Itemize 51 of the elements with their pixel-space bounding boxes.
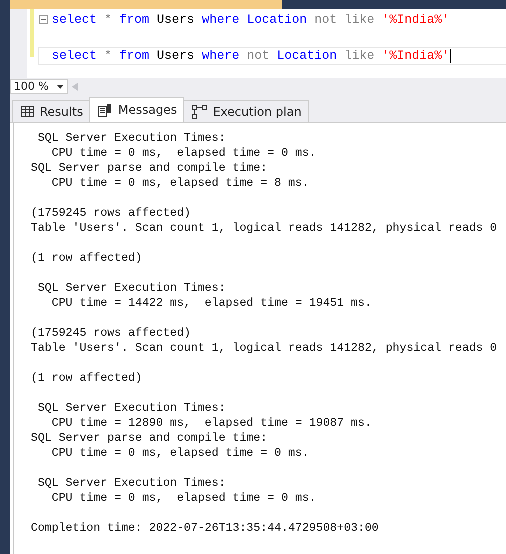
message-line: Table 'Users'. Scan count 1, logical reads 141282, physical reads 0 — [31, 221, 498, 236]
message-line: SQL Server parse and compile time: — [31, 161, 269, 176]
code-token: like — [344, 49, 375, 63]
code-token: not — [247, 49, 270, 63]
message-line: (1 row affected) — [31, 251, 144, 266]
code-token: Location — [247, 13, 308, 27]
message-line: Table 'Users'. Scan count 1, logical reads 141282, physical reads 0 — [31, 341, 498, 356]
code-token: '%India%' — [382, 13, 450, 27]
code-token: not — [314, 13, 338, 27]
code-token: '%India%' — [382, 49, 450, 63]
code-token: where — [202, 49, 240, 63]
grid-icon — [21, 106, 34, 117]
message-line: (1 row affected) — [31, 371, 144, 386]
code-token: from — [120, 13, 150, 27]
results-tab[interactable]: Execution plan — [183, 100, 309, 122]
message-line: SQL Server Execution Times: — [36, 476, 227, 491]
collapse-icon[interactable] — [39, 15, 48, 24]
message-line: CPU time = 14422 ms, elapsed time = 19451 ms. — [50, 296, 373, 311]
diagram-icon — [192, 104, 208, 118]
code-token: from — [120, 49, 150, 63]
code-token: select — [52, 49, 98, 63]
caret-icon — [57, 84, 64, 88]
code-token: Users — [157, 13, 195, 27]
message-line: CPU time = 0 ms, elapsed time = 8 ms. — [50, 176, 310, 191]
document-tab[interactable] — [10, 0, 282, 9]
document-icon — [98, 104, 112, 116]
text-cursor — [450, 49, 452, 63]
message-line: CPU time = 0 ms, elapsed time = 0 ms. — [50, 491, 318, 506]
message-line: (1759245 rows affected) — [31, 206, 192, 221]
message-line: CPU time = 12890 ms, elapsed time = 19087 ms. — [50, 416, 373, 431]
code-token: * — [104, 49, 112, 63]
code-token: Location — [277, 49, 338, 63]
scroll-left-icon[interactable] — [72, 82, 78, 90]
message-line: SQL Server Execution Times: — [36, 401, 227, 416]
code-token: select — [52, 13, 98, 27]
message-line: Completion time: 2022-07-26T13:35:44.4729508+03:00 — [31, 521, 380, 536]
code-token: where — [202, 13, 240, 27]
message-line: SQL Server Execution Times: — [36, 281, 227, 296]
results-tab[interactable]: Messages — [89, 97, 184, 122]
query-editor[interactable]: select * from Users where Location not like '%India%' select * from Users where not Location like '%India%' — [10, 9, 506, 78]
message-line: (1759245 rows affected) — [31, 326, 192, 341]
change-marker — [30, 9, 34, 57]
message-line: SQL Server parse and compile time: — [31, 431, 269, 446]
message-line: CPU time = 0 ms, elapsed time = 0 ms. — [50, 446, 310, 461]
code-token: Users — [157, 49, 195, 63]
results-tab[interactable]: Results — [12, 100, 90, 122]
code-token: like — [344, 13, 375, 27]
message-line: SQL Server Execution Times: — [36, 131, 227, 146]
message-line: CPU time = 0 ms, elapsed time = 0 ms. — [50, 146, 318, 161]
zoom-dropdown[interactable]: 100 % — [10, 79, 68, 94]
code-token: * — [104, 13, 112, 27]
